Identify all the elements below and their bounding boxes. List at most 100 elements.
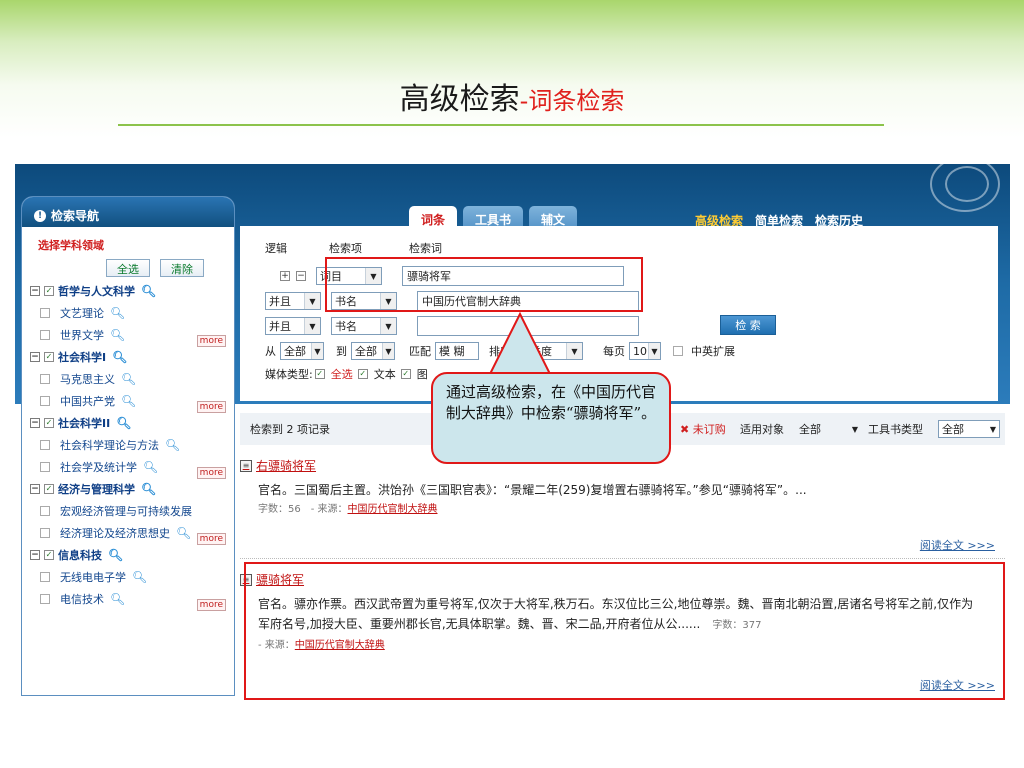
checkbox-checked-icon[interactable]: ✓	[44, 484, 54, 494]
clear-button[interactable]: 清除	[160, 259, 204, 277]
magnifier-icon[interactable]: 🔍︎	[116, 416, 131, 430]
category-label: 哲学与人文科学	[58, 285, 135, 298]
collapse-icon[interactable]: −	[30, 352, 40, 362]
callout-pointer-icon	[488, 311, 552, 375]
media-image-checkbox[interactable]: ✓	[400, 369, 411, 379]
magnifier-icon[interactable]: 🔍︎	[112, 350, 127, 364]
checkbox-checked-icon[interactable]: ✓	[44, 286, 54, 296]
subcategory-item[interactable]: 宏观经济管理与可持续发展	[22, 497, 234, 519]
dropdown-arrow-icon: ▼	[648, 343, 660, 359]
category-label: 社会科学II	[58, 417, 111, 430]
audience-select-value: 全部	[799, 423, 821, 436]
to-select-value: 全部	[355, 345, 377, 358]
cn-en-checkbox[interactable]	[673, 346, 683, 356]
category-philosophy[interactable]: − ✓ 哲学与人文科学 🔍︎	[22, 277, 234, 299]
dropdown-arrow-icon: ▼	[851, 424, 858, 434]
from-select[interactable]: 全部 ▼	[280, 342, 324, 360]
booktype-select-value: 全部	[942, 423, 964, 436]
title-divider	[118, 124, 884, 126]
checkbox-icon[interactable]	[40, 330, 50, 340]
subcategory-label: 社会科学理论与方法	[60, 439, 159, 452]
more-link[interactable]: more	[196, 467, 226, 479]
magnifier-icon[interactable]: 🔍︎	[110, 328, 125, 342]
magnifier-icon[interactable]: 🔍︎	[121, 372, 136, 386]
search-navigation-sidebar: ! 检索导航 选择学科领域 全选 清除 − ✓ 哲学与人文科学 🔍︎ 文艺理论 🔍︎ …	[21, 196, 235, 696]
more-link[interactable]: more	[196, 533, 226, 545]
magnifier-icon[interactable]: 🔍︎	[110, 306, 125, 320]
checkbox-icon[interactable]	[40, 594, 50, 604]
dropdown-arrow-icon: ▼	[989, 424, 996, 434]
more-link[interactable]: more	[196, 599, 226, 611]
checkbox-icon[interactable]	[40, 506, 50, 516]
checkbox-icon[interactable]	[40, 572, 50, 582]
subcategory-item[interactable]: 社会学及统计学 🔍︎ more	[22, 453, 234, 479]
from-label: 从	[265, 345, 276, 358]
from-select-value: 全部	[284, 345, 306, 358]
search-button[interactable]: 检 索	[720, 315, 776, 335]
subcategory-item[interactable]: 经济理论及经济思想史 🔍︎ more	[22, 519, 234, 545]
magnifier-icon[interactable]: 🔍︎	[143, 460, 158, 474]
magnifier-icon[interactable]: 🔍︎	[110, 592, 125, 606]
result-title-text[interactable]: 右骠骑将军	[256, 457, 316, 474]
per-page-select[interactable]: 10 ▼	[629, 342, 661, 360]
checkbox-icon[interactable]	[40, 440, 50, 450]
magnifier-icon[interactable]: 🔍︎	[108, 548, 123, 562]
media-text-checkbox[interactable]: ✓	[357, 369, 368, 379]
result-count: 检索到 2 项记录	[250, 423, 330, 436]
dropdown-arrow-icon: ▼	[566, 343, 582, 359]
magnifier-icon[interactable]: 🔍︎	[176, 526, 191, 540]
checkbox-icon[interactable]	[40, 308, 50, 318]
read-more-link[interactable]: 阅读全文 >>>	[920, 537, 995, 553]
magnifier-icon[interactable]: 🔍︎	[132, 570, 147, 584]
subcategory-item[interactable]: 文艺理论 🔍︎	[22, 299, 234, 321]
checkbox-icon[interactable]	[40, 528, 50, 538]
media-all-label: 全选	[330, 368, 353, 381]
result-item: ≡ 右骠骑将军 官名。三国蜀后主置。洪饴孙《三国职官表》：“景耀二年(259)复增…	[240, 457, 1005, 552]
subcategory-item[interactable]: 社会科学理论与方法 🔍︎	[22, 431, 234, 453]
add-row-icon[interactable]: +	[280, 271, 290, 281]
magnifier-icon[interactable]: 🔍︎	[165, 438, 180, 452]
subcategory-label: 宏观经济管理与可持续发展	[60, 505, 192, 518]
magnifier-icon[interactable]: 🔍︎	[141, 284, 156, 298]
subcategory-item[interactable]: 世界文学 🔍︎ more	[22, 321, 234, 347]
checkbox-checked-icon[interactable]: ✓	[44, 418, 54, 428]
subcategory-item[interactable]: 电信技术 🔍︎ more	[22, 585, 234, 611]
to-select[interactable]: 全部 ▼	[351, 342, 395, 360]
dropdown-arrow-icon: ▼	[382, 343, 394, 359]
subcategory-item[interactable]: 中国共产党 🔍︎ more	[22, 387, 234, 413]
more-link[interactable]: more	[196, 335, 226, 347]
select-all-button[interactable]: 全选	[106, 259, 150, 277]
collapse-icon[interactable]: −	[30, 286, 40, 296]
magnifier-icon[interactable]: 🔍︎	[121, 394, 136, 408]
magnifier-icon[interactable]: 🔍︎	[141, 482, 156, 496]
subcategory-label: 文艺理论	[60, 307, 104, 320]
audience-select[interactable]: 全部 ▼	[796, 420, 858, 438]
checkbox-checked-icon[interactable]: ✓	[44, 352, 54, 362]
checkbox-icon[interactable]	[40, 462, 50, 472]
checkbox-checked-icon[interactable]: ✓	[44, 550, 54, 560]
collapse-icon[interactable]: −	[30, 550, 40, 560]
to-label: 到	[336, 345, 347, 358]
category-label: 经济与管理科学	[58, 483, 135, 496]
sidebar-header: ! 检索导航	[22, 197, 234, 227]
more-link[interactable]: more	[196, 401, 226, 413]
subcategory-item[interactable]: 马克思主义 🔍︎	[22, 365, 234, 387]
document-icon: ≡	[240, 459, 252, 472]
select-field-label: 选择学科领域	[38, 239, 104, 252]
checkbox-icon[interactable]	[40, 374, 50, 384]
unsubscribed-link[interactable]: ✖ 未订购	[680, 421, 726, 437]
collapse-icon[interactable]: −	[30, 418, 40, 428]
collapse-icon[interactable]: −	[30, 484, 40, 494]
checkbox-icon[interactable]	[40, 396, 50, 406]
logic-select[interactable]: 并且 ▼	[265, 317, 321, 335]
subcategory-item[interactable]: 无线电电子学 🔍︎	[22, 563, 234, 585]
remove-row-icon[interactable]: −	[296, 271, 306, 281]
logic-select[interactable]: 并且 ▼	[265, 292, 321, 310]
booktype-select[interactable]: 全部 ▼	[938, 420, 1000, 438]
info-icon: !	[34, 209, 46, 222]
source-link[interactable]: 中国历代官制大辞典	[348, 504, 438, 515]
media-all-checkbox[interactable]: ✓	[314, 369, 325, 379]
field-select[interactable]: 书名 ▼	[331, 317, 397, 335]
match-select[interactable]: 模 糊	[435, 342, 479, 360]
category-label: 社会科学I	[58, 351, 107, 364]
